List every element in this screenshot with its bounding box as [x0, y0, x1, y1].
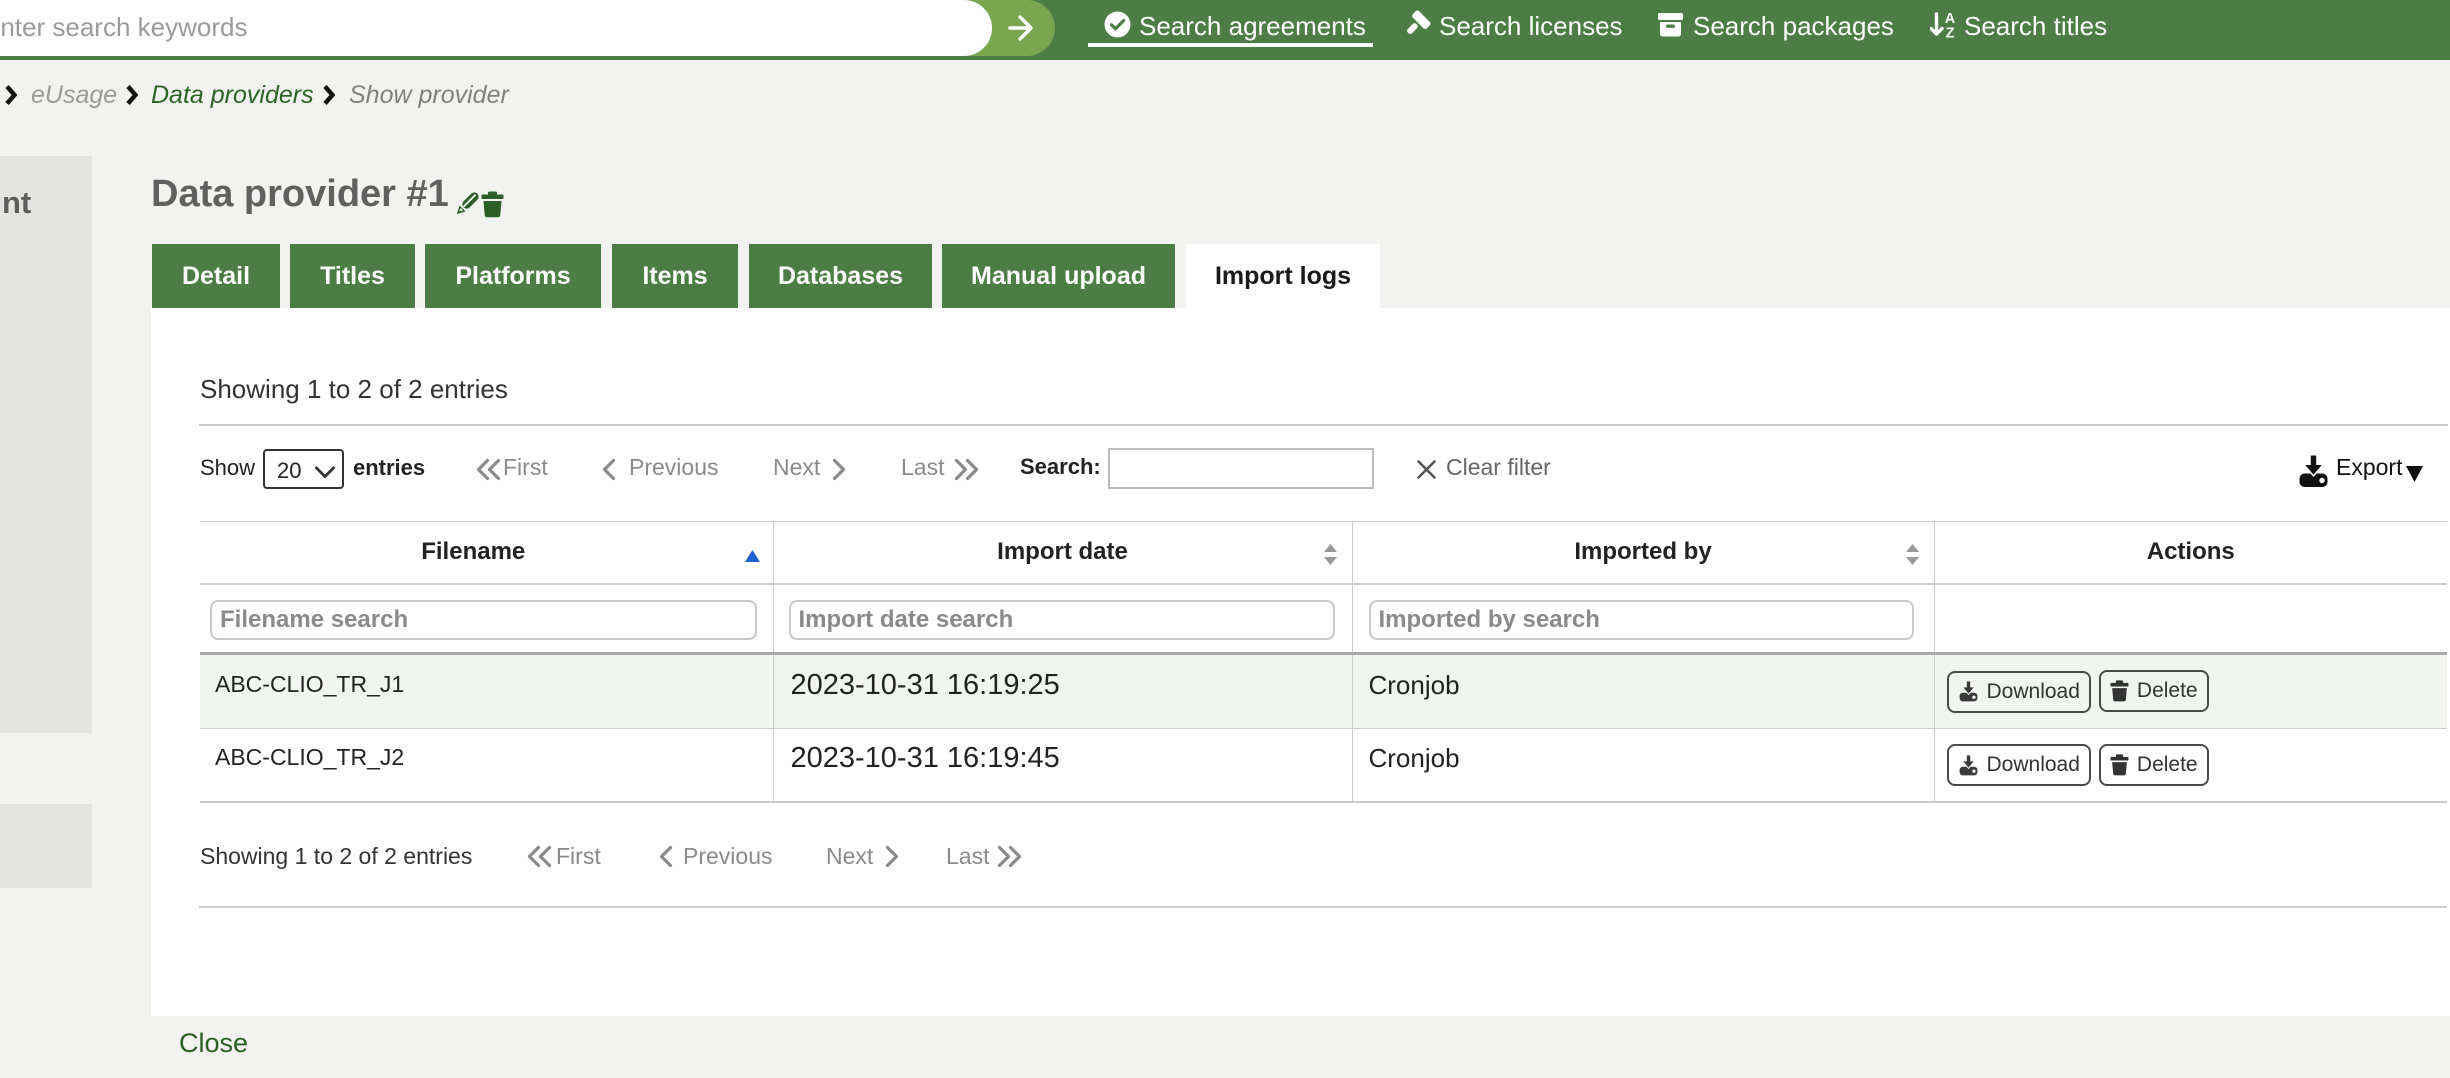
svg-text:Z: Z — [1946, 26, 1955, 39]
